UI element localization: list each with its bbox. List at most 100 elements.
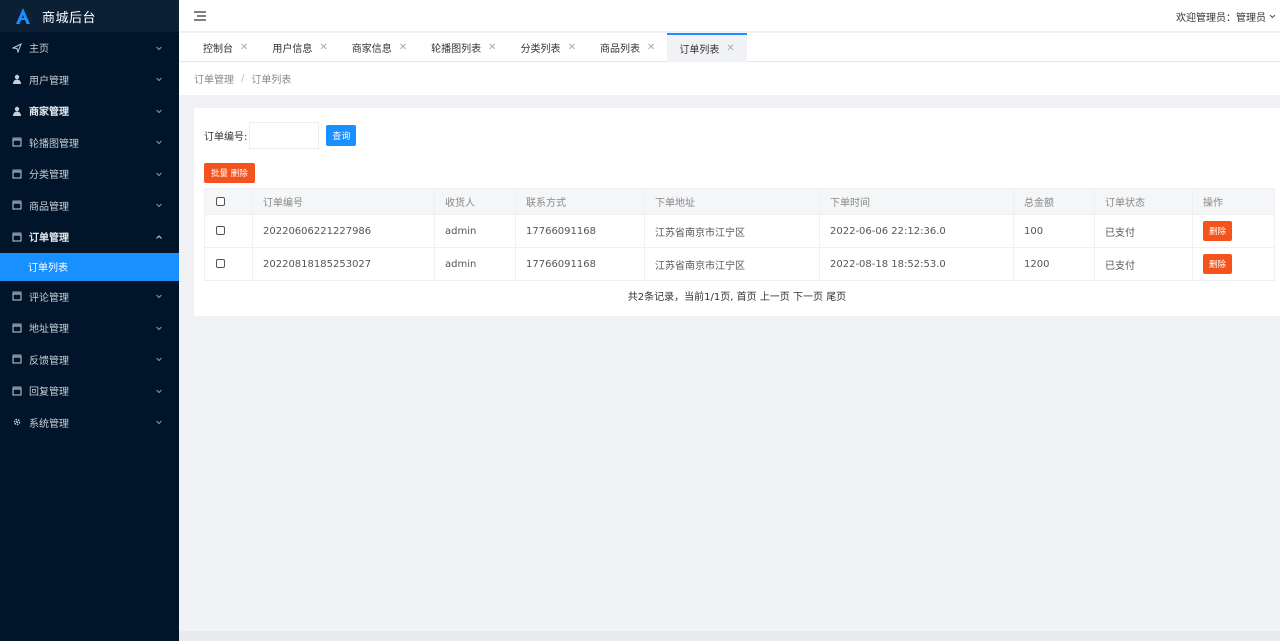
sidebar-item-label: 商品管理 bbox=[29, 201, 69, 213]
sidebar-item-label: 订单管理 bbox=[29, 233, 69, 245]
chevron-down-icon bbox=[155, 138, 163, 146]
tab-bar: 控制台 ✕ 用户信息 ✕ 商家信息 ✕ 轮播图列表 ✕ 分类列表 ✕ 商品列表 ✕ 订单列表 ✕ bbox=[179, 33, 1280, 62]
sidebar-item-8[interactable]: 地址管理 bbox=[0, 312, 179, 344]
footer-strip bbox=[179, 631, 1280, 641]
tab-2[interactable]: 商家信息 ✕ bbox=[340, 33, 419, 62]
cell-address: 江苏省南京市江宁区 bbox=[644, 247, 820, 281]
tab-label: 控制台 bbox=[203, 44, 233, 55]
close-icon[interactable]: ✕ bbox=[726, 43, 734, 54]
pagination: 共2条记录，当前1/1页, 首页 上一页 下一页 尾页 bbox=[194, 288, 1280, 303]
row-checkbox[interactable] bbox=[216, 259, 225, 268]
close-icon[interactable]: ✕ bbox=[240, 42, 248, 53]
top-header: 欢迎管理员：管理员 bbox=[179, 0, 1280, 32]
user-menu[interactable]: 欢迎管理员：管理员 bbox=[1176, 9, 1276, 24]
order-no-input[interactable] bbox=[249, 122, 320, 149]
clapper-icon bbox=[11, 199, 23, 211]
sidebar-subitem-order-list[interactable]: 订单列表 bbox=[0, 252, 179, 281]
sidebar-item-2[interactable]: 商家管理 bbox=[0, 95, 179, 127]
chevron-down-icon bbox=[155, 107, 163, 115]
close-icon[interactable]: ✕ bbox=[319, 42, 327, 53]
query-button[interactable]: 查询 bbox=[326, 125, 357, 146]
table-row: 20220606221227986 admin 17766091168 江苏省南京市江… bbox=[204, 214, 1275, 248]
col-status: 订单状态 bbox=[1094, 188, 1193, 215]
cell-receiver: admin bbox=[434, 214, 516, 248]
pager-prev[interactable]: 上一页 bbox=[760, 292, 790, 303]
pager-summary: 共2条记录，当前1/1页, bbox=[627, 292, 734, 303]
tab-label: 分类列表 bbox=[520, 44, 561, 55]
cell-order-no: 20220606221227986 bbox=[252, 214, 435, 248]
tab-label: 用户信息 bbox=[272, 44, 313, 55]
app-title: 商城后台 bbox=[42, 10, 97, 26]
delete-button[interactable]: 删除 bbox=[1203, 254, 1233, 274]
sidebar-item-7[interactable]: 评论管理 bbox=[0, 281, 179, 313]
pager-last[interactable]: 尾页 bbox=[826, 292, 846, 303]
sidebar-item-5[interactable]: 商品管理 bbox=[0, 190, 179, 222]
clapper-icon bbox=[11, 290, 23, 302]
sidebar-item-label: 回复管理 bbox=[29, 387, 69, 399]
sidebar-item-4[interactable]: 分类管理 bbox=[0, 158, 179, 190]
close-icon[interactable]: ✕ bbox=[399, 42, 407, 53]
delete-button[interactable]: 删除 bbox=[1203, 221, 1233, 241]
col-time: 下单时间 bbox=[819, 188, 1014, 215]
cell-action: 删除 bbox=[1192, 214, 1275, 248]
chevron-down-icon bbox=[155, 44, 163, 52]
batch-delete-button[interactable]: 批量 删除 bbox=[204, 163, 255, 183]
chevron-down-icon bbox=[1269, 13, 1276, 20]
close-icon[interactable]: ✕ bbox=[488, 42, 496, 53]
sidebar-item-11[interactable]: 系统管理 bbox=[0, 407, 179, 439]
sidebar-item-label: 评论管理 bbox=[29, 292, 69, 304]
sidebar-item-1[interactable]: 用户管理 bbox=[0, 64, 179, 96]
tab-label: 商家信息 bbox=[351, 44, 392, 55]
sidebar: 商城后台 主页用户管理商家管理轮播图管理分类管理商品管理订单管理订单列表评论管理… bbox=[0, 0, 179, 641]
sidebar-item-label: 商家管理 bbox=[29, 107, 69, 119]
sidebar-item-label: 地址管理 bbox=[29, 324, 69, 336]
select-all-checkbox[interactable] bbox=[216, 196, 225, 206]
tab-label: 商品列表 bbox=[599, 44, 640, 55]
clapper-icon bbox=[11, 168, 23, 180]
row-select-cell bbox=[204, 247, 253, 281]
close-icon[interactable]: ✕ bbox=[647, 42, 655, 53]
clapper-icon bbox=[11, 231, 23, 243]
chevron-down-icon bbox=[155, 292, 163, 300]
logo-icon bbox=[16, 8, 30, 24]
sidebar-item-10[interactable]: 回复管理 bbox=[0, 375, 179, 407]
sidebar-item-label: 系统管理 bbox=[29, 418, 69, 430]
col-order-no: 订单编号 bbox=[252, 188, 435, 215]
chevron-down-icon bbox=[155, 387, 163, 395]
sidebar-item-label: 轮播图管理 bbox=[29, 138, 79, 150]
logo[interactable]: 商城后台 bbox=[0, 0, 179, 32]
clapper-icon bbox=[11, 385, 23, 397]
breadcrumb-parent[interactable]: 订单管理 bbox=[194, 71, 234, 86]
chevron-down-icon bbox=[155, 324, 163, 332]
sidebar-item-label: 反馈管理 bbox=[29, 355, 69, 367]
col-address: 下单地址 bbox=[644, 188, 820, 215]
menu-toggle-icon[interactable] bbox=[194, 10, 206, 21]
breadcrumb-separator: / bbox=[241, 73, 245, 84]
tab-1[interactable]: 用户信息 ✕ bbox=[260, 33, 339, 62]
table-row: 20220818185253027 admin 17766091168 江苏省南京市江… bbox=[204, 247, 1275, 281]
pager-next[interactable]: 下一页 bbox=[793, 292, 823, 303]
tab-5[interactable]: 商品列表 ✕ bbox=[588, 33, 667, 62]
row-checkbox[interactable] bbox=[216, 226, 225, 235]
tab-6[interactable]: 订单列表 ✕ bbox=[667, 33, 747, 62]
col-receiver: 收货人 bbox=[434, 188, 516, 215]
chevron-down-icon bbox=[155, 75, 163, 83]
breadcrumb: 订单管理 / 订单列表 bbox=[179, 62, 1280, 95]
pager-first[interactable]: 首页 bbox=[737, 292, 757, 303]
table-body: 20220606221227986 admin 17766091168 江苏省南京市江… bbox=[204, 214, 1275, 281]
sidebar-item-6[interactable]: 订单管理 bbox=[0, 221, 179, 253]
tab-0[interactable]: 控制台 ✕ bbox=[191, 33, 260, 62]
tab-label: 订单列表 bbox=[679, 45, 720, 56]
sidebar-item-label: 用户管理 bbox=[29, 75, 69, 87]
sidebar-item-3[interactable]: 轮播图管理 bbox=[0, 127, 179, 159]
tab-4[interactable]: 分类列表 ✕ bbox=[509, 33, 588, 62]
sidebar-item-0[interactable]: 主页 bbox=[0, 32, 179, 64]
tab-3[interactable]: 轮播图列表 ✕ bbox=[419, 33, 508, 62]
chevron-down-icon bbox=[155, 170, 163, 178]
cell-receiver: admin bbox=[434, 247, 516, 281]
close-icon[interactable]: ✕ bbox=[568, 42, 576, 53]
sidebar-item-9[interactable]: 反馈管理 bbox=[0, 344, 179, 376]
clapper-icon bbox=[11, 353, 23, 365]
chevron-down-icon bbox=[155, 201, 163, 209]
clapper-icon bbox=[11, 136, 23, 148]
